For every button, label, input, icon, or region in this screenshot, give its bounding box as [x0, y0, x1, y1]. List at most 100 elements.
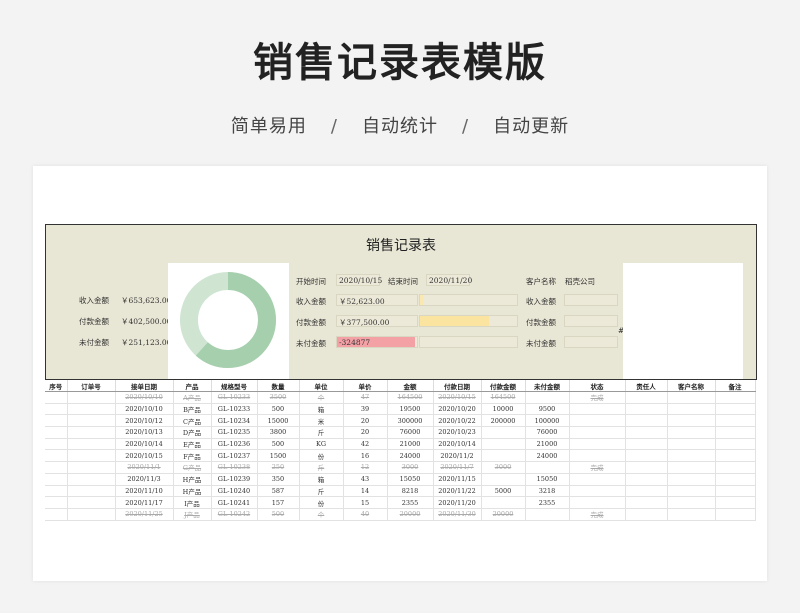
table-cell[interactable] — [67, 508, 116, 521]
table-cell[interactable] — [569, 438, 626, 451]
table-cell[interactable]: 200000 — [481, 414, 526, 428]
table-cell[interactable]: 完成 — [569, 508, 626, 521]
table-cell[interactable]: 39 — [343, 403, 388, 416]
table-row[interactable]: 2020/10/15 F产品 GL-10237 1500 份 16 24000 2020/11… — [45, 449, 756, 463]
table-cell[interactable]: B产品 — [173, 403, 212, 416]
table-cell[interactable]: 米 — [299, 414, 344, 428]
income-value[interactable]: ￥653,623.00 — [121, 295, 171, 306]
table-cell[interactable]: GL-10238 — [211, 461, 258, 474]
table-cell[interactable] — [625, 449, 668, 463]
table-cell[interactable]: 8218 — [387, 485, 434, 498]
table-cell[interactable]: GL-10239 — [211, 473, 258, 486]
table-row[interactable]: 2020/11/10 H产品 GL-10240 587 斤 14 8218 2020/11/2… — [45, 485, 756, 498]
column-header[interactable]: 规格型号 — [211, 380, 258, 392]
table-cell[interactable] — [45, 473, 68, 486]
table-cell[interactable]: 2020/11/25 — [115, 508, 174, 521]
table-cell[interactable]: D产品 — [173, 426, 212, 439]
table-cell[interactable]: 2020/10/13 — [115, 426, 174, 439]
table-cell[interactable]: 76000 — [525, 426, 570, 439]
table-cell[interactable] — [715, 496, 756, 509]
table-cell[interactable]: 3000 — [387, 461, 434, 474]
table-cell[interactable]: 2355 — [387, 496, 434, 509]
table-cell[interactable]: 250 — [257, 461, 300, 474]
table-cell[interactable]: 15050 — [525, 473, 570, 486]
table-cell[interactable]: GL-10235 — [211, 426, 258, 439]
table-cell[interactable] — [667, 508, 716, 521]
table-cell[interactable]: 9500 — [525, 403, 570, 416]
table-cell[interactable] — [625, 403, 668, 416]
table-cell[interactable]: 2020/10/22 — [433, 414, 482, 428]
table-cell[interactable] — [45, 461, 68, 474]
table-cell[interactable]: 164500 — [481, 391, 526, 404]
table-cell[interactable]: 份 — [299, 496, 344, 509]
table-cell[interactable]: H产品 — [173, 473, 212, 486]
table-cell[interactable] — [715, 449, 756, 463]
table-cell[interactable] — [667, 391, 716, 404]
table-cell[interactable]: GL-10233 — [211, 391, 258, 404]
column-header[interactable]: 备注 — [715, 380, 756, 392]
column-header[interactable]: 序号 — [45, 380, 68, 392]
table-cell[interactable]: KG — [299, 438, 344, 451]
table-cell[interactable]: 20 — [343, 414, 388, 428]
table-cell[interactable]: 箱 — [299, 403, 344, 416]
table-cell[interactable] — [569, 496, 626, 509]
table-cell[interactable]: 76000 — [387, 426, 434, 439]
table-cell[interactable] — [667, 449, 716, 463]
table-row[interactable]: 2020/10/12 C产品 GL-10234 15000 米 20 300000 2020/… — [45, 414, 756, 428]
table-cell[interactable]: 3218 — [525, 485, 570, 498]
unpaid-value[interactable]: ￥251,123.00 — [121, 337, 171, 348]
table-cell[interactable] — [481, 449, 526, 463]
table-cell[interactable] — [525, 461, 570, 474]
table-cell[interactable]: 2020/10/15 — [115, 449, 174, 463]
table-cell[interactable]: 100000 — [525, 414, 570, 428]
table-cell[interactable]: 2020/11/15 — [433, 473, 482, 486]
right-paid-field[interactable] — [564, 315, 618, 327]
table-cell[interactable]: 20000 — [387, 508, 434, 521]
table-cell[interactable] — [625, 438, 668, 451]
table-cell[interactable]: 2020/10/12 — [115, 414, 174, 428]
table-cell[interactable] — [481, 496, 526, 509]
table-cell[interactable] — [45, 438, 68, 451]
table-cell[interactable]: 20 — [343, 426, 388, 439]
table-cell[interactable]: 40 — [343, 508, 388, 521]
table-cell[interactable]: H产品 — [173, 485, 212, 498]
table-cell[interactable]: C产品 — [173, 414, 212, 428]
table-cell[interactable] — [715, 508, 756, 521]
table-cell[interactable]: 2020/11/10 — [115, 485, 174, 498]
table-cell[interactable] — [715, 461, 756, 474]
table-cell[interactable] — [45, 403, 68, 416]
table-cell[interactable]: 1500 — [257, 449, 300, 463]
table-cell[interactable]: 164500 — [387, 391, 434, 404]
table-cell[interactable]: 2020/10/15 — [433, 391, 482, 404]
table-cell[interactable]: 21000 — [525, 438, 570, 451]
table-cell[interactable] — [569, 449, 626, 463]
table-cell[interactable]: 19500 — [387, 403, 434, 416]
table-cell[interactable] — [625, 485, 668, 498]
table-cell[interactable]: E产品 — [173, 438, 212, 451]
customer-value[interactable]: 稻壳公司 — [565, 276, 595, 287]
table-row[interactable]: 2020/11/25 J产品 GL-10242 500 个 40 20000 2020/11/… — [45, 508, 756, 521]
table-cell[interactable] — [45, 508, 68, 521]
table-cell[interactable]: 15 — [343, 496, 388, 509]
table-cell[interactable]: 3500 — [257, 391, 300, 404]
table-cell[interactable]: 2020/10/10 — [115, 391, 174, 404]
table-cell[interactable] — [481, 473, 526, 486]
table-cell[interactable] — [667, 426, 716, 439]
table-cell[interactable]: 份 — [299, 449, 344, 463]
table-cell[interactable]: GL-10233 — [211, 403, 258, 416]
table-cell[interactable]: 3800 — [257, 426, 300, 439]
column-header[interactable]: 接单日期 — [115, 380, 174, 392]
table-cell[interactable] — [625, 414, 668, 428]
table-cell[interactable] — [667, 485, 716, 498]
table-cell[interactable]: 2020/10/14 — [433, 438, 482, 451]
table-cell[interactable]: 2020/11/20 — [433, 496, 482, 509]
table-cell[interactable]: 2020/11/30 — [433, 508, 482, 521]
column-header[interactable]: 单位 — [299, 380, 344, 392]
table-cell[interactable] — [67, 485, 116, 498]
column-header[interactable]: 数量 — [257, 380, 300, 392]
table-cell[interactable] — [67, 403, 116, 416]
table-cell[interactable] — [67, 461, 116, 474]
table-cell[interactable]: 2020/10/10 — [115, 403, 174, 416]
table-cell[interactable] — [667, 414, 716, 428]
table-cell[interactable] — [67, 414, 116, 428]
